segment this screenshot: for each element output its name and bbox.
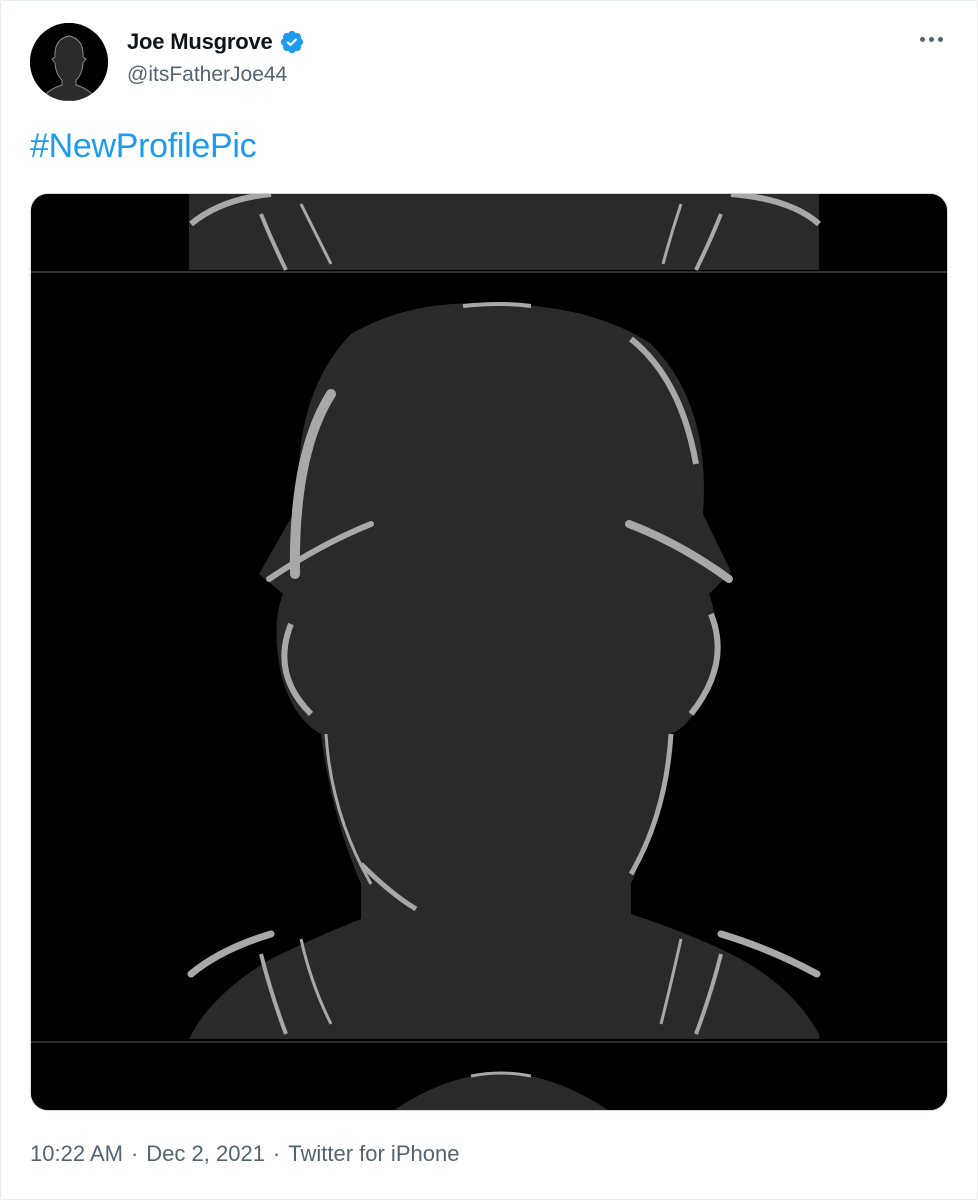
separator-dot: · (130, 1141, 139, 1166)
more-options-icon[interactable] (916, 33, 947, 46)
tweet-source[interactable]: Twitter for iPhone (288, 1141, 459, 1167)
avatar-silhouette-image (30, 23, 108, 101)
tweet-meta: 10:22 AM · Dec 2, 2021 · Twitter for iPh… (30, 1141, 459, 1167)
author-name[interactable]: Joe Musgrove (127, 29, 273, 55)
avatar[interactable] (30, 23, 108, 101)
author-name-row: Joe Musgrove (127, 29, 305, 55)
tweet-time[interactable]: 10:22 AM (30, 1141, 123, 1167)
silhouette-image (31, 194, 947, 1110)
hashtag-link[interactable]: #NewProfilePic (30, 127, 257, 166)
author-handle[interactable]: @itsFatherJoe44 (127, 63, 287, 87)
verified-badge-icon (279, 29, 305, 55)
separator-dot: · (272, 1141, 281, 1166)
top-strip (189, 194, 821, 271)
tweet-media-image[interactable] (30, 193, 948, 1111)
tweet-card: Joe Musgrove @itsFatherJoe44 #NewProfile… (0, 0, 978, 1200)
tweet-date[interactable]: Dec 2, 2021 (146, 1141, 265, 1167)
